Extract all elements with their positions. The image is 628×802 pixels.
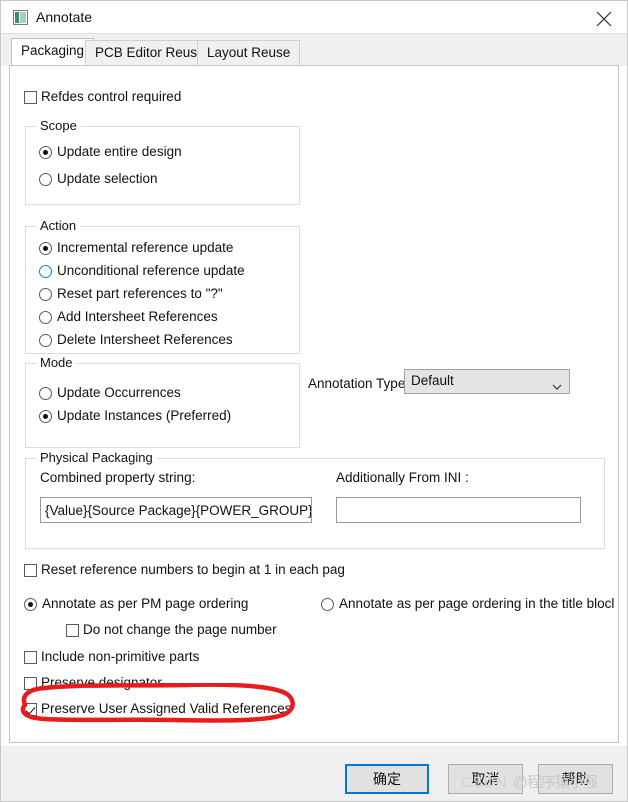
radio-circle — [39, 241, 52, 255]
physical-packaging-group: Physical Packaging Combined property str… — [25, 450, 605, 549]
reset-reference-numbers-checkbox[interactable]: Reset reference numbers to begin at 1 in… — [24, 562, 345, 578]
ok-button[interactable]: 确定 — [345, 764, 429, 794]
refdes-control-required-label: Refdes control required — [41, 89, 182, 104]
preserve-user-assigned-valid-references-checkbox[interactable]: Preserve User Assigned Valid References — [24, 701, 291, 717]
radio-reset-part-references[interactable]: Reset part references to "?" — [39, 286, 223, 302]
close-icon[interactable] — [581, 1, 627, 33]
action-group-label: Action — [36, 218, 81, 233]
do-not-change-page-number-checkbox[interactable]: Do not change the page number — [66, 622, 277, 638]
cancel-button[interactable]: 取消 — [448, 764, 523, 794]
radio-add-intersheet-references[interactable]: Add Intersheet References — [39, 309, 218, 325]
radio-label: Incremental reference update — [57, 240, 234, 255]
radio-incremental-reference-update[interactable]: Incremental reference update — [39, 240, 233, 256]
reset-reference-numbers-label: Reset reference numbers to begin at 1 in… — [41, 562, 345, 577]
checkbox-box — [24, 563, 37, 577]
radio-label: Add Intersheet References — [57, 309, 218, 324]
tab-pcb-editor-reuse[interactable]: PCB Editor Reuse — [85, 40, 215, 66]
radio-label: Unconditional reference update — [57, 263, 245, 278]
radio-delete-intersheet-references[interactable]: Delete Intersheet References — [39, 332, 233, 348]
annotation-type-label: Annotation Type — [308, 376, 406, 391]
tab-layout-reuse[interactable]: Layout Reuse — [197, 40, 301, 66]
checkbox-box — [66, 623, 79, 637]
radio-annotate-per-pm-page-ordering[interactable]: Annotate as per PM page ordering — [24, 596, 248, 612]
checkbox-label: Include non-primitive parts — [41, 649, 200, 664]
radio-circle — [39, 287, 52, 301]
checkbox-box — [24, 702, 37, 716]
checkbox-label: Do not change the page number — [83, 622, 277, 637]
window-title: Annotate — [36, 9, 93, 25]
checkbox-label: Preserve User Assigned Valid References — [41, 701, 292, 716]
radio-annotate-per-title-block-ordering[interactable]: Annotate as per page ordering in the tit… — [321, 596, 614, 612]
title-bar: Annotate — [1, 1, 627, 34]
combined-property-string-input[interactable]: {Value}{Source Package}{POWER_GROUP} — [40, 497, 312, 523]
app-window-icon — [13, 10, 28, 25]
radio-update-selection[interactable]: Update selection — [39, 171, 158, 187]
radio-label: Reset part references to "?" — [57, 286, 223, 301]
radio-label: Delete Intersheet References — [57, 332, 233, 347]
include-non-primitive-parts-checkbox[interactable]: Include non-primitive parts — [24, 649, 199, 665]
radio-label: Annotate as per page ordering in the tit… — [339, 596, 615, 611]
packaging-tab-panel: Refdes control required Scope Update ent… — [9, 65, 619, 743]
physical-packaging-label: Physical Packaging — [36, 450, 157, 465]
mode-group: Mode Update Occurrences Update Instances… — [25, 355, 300, 448]
checkbox-box — [24, 90, 37, 104]
scope-group-label: Scope — [36, 118, 81, 133]
radio-unconditional-reference-update[interactable]: Unconditional reference update — [39, 263, 245, 279]
mode-group-label: Mode — [36, 355, 77, 370]
chevron-down-icon — [552, 379, 562, 390]
radio-circle — [39, 333, 52, 347]
annotation-type-select[interactable]: Default — [404, 369, 570, 394]
radio-update-instances[interactable]: Update Instances (Preferred) — [39, 408, 231, 424]
radio-circle — [24, 597, 37, 611]
radio-circle — [39, 409, 52, 423]
additionally-from-ini-input[interactable] — [336, 497, 581, 523]
action-group: Action Incremental reference update Unco… — [25, 218, 300, 354]
scope-group: Scope Update entire design Update select… — [25, 118, 300, 205]
radio-circle — [39, 264, 52, 278]
radio-label: Update selection — [57, 171, 158, 186]
tab-packaging[interactable]: Packaging — [11, 38, 95, 67]
radio-circle — [39, 145, 52, 159]
tab-strip: Packaging PCB Editor Reuse Layout Reuse — [1, 34, 627, 67]
preserve-designator-checkbox[interactable]: Preserve designator — [24, 675, 162, 691]
checkbox-label: Preserve designator — [41, 675, 162, 690]
additionally-from-ini-label: Additionally From INI : — [336, 470, 469, 485]
help-button[interactable]: 帮助 — [538, 764, 613, 794]
radio-circle — [321, 597, 334, 611]
radio-circle — [39, 386, 52, 400]
annotation-type-value: Default — [411, 373, 454, 388]
radio-update-entire-design[interactable]: Update entire design — [39, 144, 182, 160]
refdes-control-required-checkbox[interactable]: Refdes control required — [24, 89, 181, 105]
checkbox-box — [24, 676, 37, 690]
radio-label: Annotate as per PM page ordering — [42, 596, 249, 611]
radio-label: Update entire design — [57, 144, 182, 159]
combined-property-string-label: Combined property string: — [40, 470, 196, 485]
radio-circle — [39, 310, 52, 324]
radio-update-occurrences[interactable]: Update Occurrences — [39, 385, 181, 401]
radio-label: Update Occurrences — [57, 385, 181, 400]
dialog-button-bar: 确定 取消 帮助 — [1, 746, 627, 801]
radio-circle — [39, 172, 52, 186]
annotate-dialog: Annotate Packaging PCB Editor Reuse Layo… — [0, 0, 628, 802]
checkbox-box — [24, 650, 37, 664]
radio-label: Update Instances (Preferred) — [57, 408, 232, 423]
